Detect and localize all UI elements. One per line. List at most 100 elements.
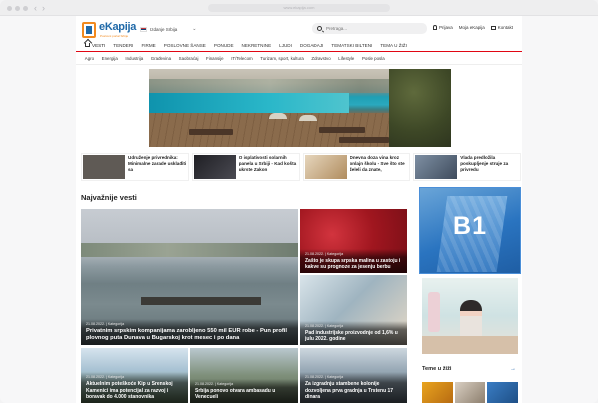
- edition-selector[interactable]: Izdanje Srbija ⌄: [140, 26, 196, 32]
- ad-image-counter: [422, 336, 518, 354]
- subnav-item-turizam[interactable]: Turizam, sport, kultura: [256, 56, 307, 61]
- banner-lounger: [189, 129, 233, 135]
- theme-thumbnail[interactable]: [487, 382, 519, 403]
- subnav-item-gradjevina[interactable]: Građevina: [147, 56, 175, 61]
- chevron-down-icon: ⌄: [192, 26, 197, 32]
- home-icon: [85, 43, 90, 47]
- back-arrow-icon[interactable]: ‹: [34, 3, 37, 13]
- forward-arrow-icon[interactable]: ›: [42, 3, 45, 13]
- ad-banner-2[interactable]: [422, 278, 518, 354]
- subnav-item-industrija[interactable]: Industrija: [122, 56, 147, 61]
- card-caption: 21.08.2022. | Kategorija Za izgradnju st…: [300, 372, 407, 403]
- subnav-item-finansije[interactable]: Finansije: [202, 56, 227, 61]
- hero-banner[interactable]: [149, 69, 451, 147]
- logo-text: eKapija: [99, 21, 137, 33]
- news-row-item[interactable]: Udruženje privrednika: Minimalne zarade …: [81, 153, 189, 181]
- browser-window: ‹ › www.ekapija.com eKapija Poslovni por…: [0, 0, 598, 403]
- news-thumbnail: [415, 155, 458, 179]
- sub-nav: Agro Energija Industrija Građevina Saobr…: [76, 53, 522, 65]
- banner-pool: [149, 93, 349, 115]
- card-meta: 21.08.2022. | Kategorija: [305, 251, 344, 256]
- featured-card[interactable]: 21.08.2022. | Kategorija Zašto je skupa …: [300, 209, 407, 273]
- featured-card[interactable]: 21.08.2022. | Kategorija Aktuelnim poteš…: [81, 348, 188, 403]
- theme-thumbnail[interactable]: [454, 382, 486, 403]
- top-links: Prijava Moja eKapija Kontakt: [433, 25, 513, 30]
- card-meta: 21.08.2022. | Kategorija: [195, 381, 234, 386]
- news-thumbnail: [304, 155, 347, 179]
- minimize-dot[interactable]: [15, 6, 20, 11]
- logo-mark-icon: [82, 22, 96, 38]
- card-image-barge: [141, 297, 261, 305]
- card-title: Pad industrijske proizvodnje od 1,6% u j…: [305, 329, 398, 342]
- featured-card[interactable]: 21.08.2022. | Kategorija Za izgradnju st…: [300, 348, 407, 403]
- news-title: O isplativosti solarnih panela u Srbiji …: [238, 155, 297, 172]
- themes-widget: Teme u žiži →: [422, 366, 519, 403]
- nav-item-tema-u-zizi[interactable]: TEMA U ŽIŽI: [376, 40, 411, 52]
- news-row-item[interactable]: Vlada predložila poskupljenje struje za …: [413, 153, 521, 181]
- my-ekapija-link[interactable]: Moja eKapija: [459, 25, 485, 30]
- card-caption: 21.08.2022. | Kategorija Aktuelnim poteš…: [81, 372, 188, 403]
- card-title: Za izgradnju stambene kolonije dozvoljen…: [305, 381, 394, 400]
- section-title: Najvažnije vesti: [81, 193, 137, 202]
- news-row: Udruženje privrednika: Minimalne zarade …: [81, 153, 521, 181]
- news-title: Udruženje privrednika: Minimalne zarade …: [128, 155, 187, 172]
- subnav-item-posle-posla[interactable]: Posle posla: [358, 56, 388, 61]
- subnav-item-it-telecom[interactable]: IT/Telecom: [227, 56, 256, 61]
- card-meta: 21.08.2022. | Kategorija: [305, 323, 344, 328]
- banner-umbrella: [269, 113, 287, 119]
- nav-item-firme[interactable]: FIRME: [137, 40, 159, 52]
- news-thumbnail: [83, 155, 125, 179]
- card-title: Aktuelnim poteškoće Kip u Srenskoj Kamen…: [86, 381, 173, 400]
- subnav-item-energija[interactable]: Energija: [98, 56, 122, 61]
- left-gutter: [0, 16, 76, 403]
- nav-item-vesti[interactable]: VESTI: [81, 40, 110, 52]
- contact-link[interactable]: Kontakt: [490, 25, 513, 30]
- news-row-item[interactable]: Dnevna doza vina kroz onlajn školu - Sve…: [302, 153, 411, 181]
- banner-lounger: [339, 137, 389, 143]
- card-meta: 21.08.2022. | Kategorija: [86, 321, 125, 326]
- close-dot[interactable]: [7, 6, 12, 11]
- card-image-shore: [81, 243, 298, 257]
- featured-card[interactable]: 21.08.2022. | Kategorija Srbija ponovo o…: [190, 348, 298, 403]
- address-bar[interactable]: www.ekapija.com: [208, 4, 390, 12]
- nav-item-tenderi[interactable]: TENDERI: [109, 40, 137, 52]
- card-title: Srbija ponovo otvara ambasadu u Venecuel…: [195, 387, 276, 400]
- nav-item-poslovne-sanse[interactable]: POSLOVNE ŠANSE: [160, 40, 210, 52]
- featured-card-main[interactable]: 21.08.2022. | Kategorija Privatnim srpsk…: [81, 209, 298, 345]
- logo[interactable]: eKapija Poslovni portal Srbije: [82, 21, 137, 40]
- news-title: Vlada predložila poskupljenje struje za …: [460, 155, 509, 172]
- card-caption: 21.08.2022. | Kategorija Privatnim srpsk…: [81, 318, 298, 345]
- featured-card[interactable]: 21.08.2022. | Kategorija Pad industrijsk…: [300, 275, 407, 345]
- search-icon[interactable]: [317, 26, 322, 31]
- login-link[interactable]: Prijava: [433, 25, 453, 30]
- themes-title: Teme u žiži: [422, 366, 452, 372]
- user-icon: [433, 25, 437, 30]
- main-nav: VESTI TENDERI FIRME POSLOVNE ŠANSE PONUD…: [76, 40, 522, 52]
- banner-lounger: [319, 127, 365, 133]
- card-caption: 21.08.2022. | Kategorija Srbija ponovo o…: [190, 378, 298, 403]
- search-input[interactable]: [326, 26, 421, 31]
- maximize-dot[interactable]: [23, 6, 28, 11]
- page: eKapija Poslovni portal Srbije Izdanje S…: [76, 16, 522, 403]
- nav-item-ljudi[interactable]: LJUDI: [275, 40, 296, 52]
- banner-umbrella: [299, 115, 317, 121]
- subnav-item-zdravstvo[interactable]: Zdravstvo: [308, 56, 335, 61]
- news-row-item[interactable]: O isplativosti solarnih panela u Srbiji …: [191, 153, 300, 181]
- nav-item-dogadjaji[interactable]: DOGAĐAJI: [296, 40, 327, 52]
- nav-item-nekretnine[interactable]: NEKRETNINE: [238, 40, 276, 52]
- theme-thumbnail[interactable]: [422, 382, 453, 403]
- arrow-right-icon[interactable]: →: [510, 366, 516, 372]
- nav-item-tematski-bilteni[interactable]: TEMATSKI BILTENI: [327, 40, 376, 52]
- search-box[interactable]: [312, 23, 427, 34]
- banner-tree: [389, 69, 451, 147]
- subnav-item-lifestyle[interactable]: Lifestyle: [334, 56, 358, 61]
- ad-label: B1: [453, 212, 487, 240]
- card-caption: 21.08.2022. | Kategorija Pad industrijsk…: [300, 320, 407, 345]
- subnav-item-saobracaj[interactable]: Saobraćaj: [175, 56, 202, 61]
- subnav-item-agro[interactable]: Agro: [81, 56, 98, 61]
- browser-chrome: ‹ › www.ekapija.com: [0, 0, 598, 16]
- nav-item-ponude[interactable]: PONUDE: [210, 40, 238, 52]
- ad-banner-b1[interactable]: B1: [419, 187, 521, 274]
- right-gutter: [522, 16, 598, 403]
- card-title: Privatnim srpskim kompanijama zarobljeno…: [86, 327, 288, 341]
